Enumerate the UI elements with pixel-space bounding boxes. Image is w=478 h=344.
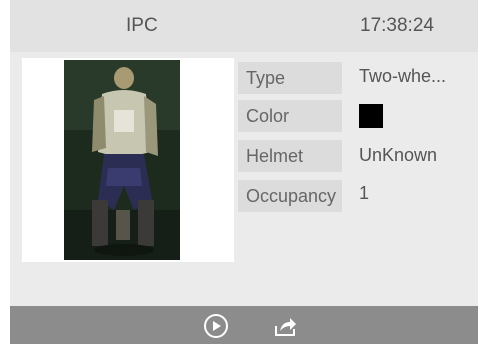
play-circle-icon <box>204 314 228 338</box>
card-header: IPC 17:38:24 <box>10 0 478 52</box>
color-swatch <box>359 104 383 128</box>
capture-time: 17:38:24 <box>360 15 434 36</box>
share-button[interactable] <box>272 313 298 339</box>
occupancy-value: 1 <box>359 183 370 203</box>
helmet-value: UnKnown <box>359 145 438 165</box>
helmet-label: Helmet <box>238 140 342 172</box>
camera-title: IPC <box>126 15 158 36</box>
type-value: Two-whe... <box>359 66 447 86</box>
card-footer <box>10 306 478 344</box>
play-button[interactable] <box>203 313 229 339</box>
snapshot-frame[interactable] <box>22 58 234 262</box>
share-icon <box>275 318 296 336</box>
capture-card: IPC 17:38:24 Type Two-whe... Color Helme… <box>10 0 478 344</box>
type-label: Type <box>238 62 342 94</box>
occupancy-label: Occupancy <box>238 180 342 212</box>
color-label: Color <box>238 100 342 132</box>
snapshot-image <box>64 60 180 260</box>
